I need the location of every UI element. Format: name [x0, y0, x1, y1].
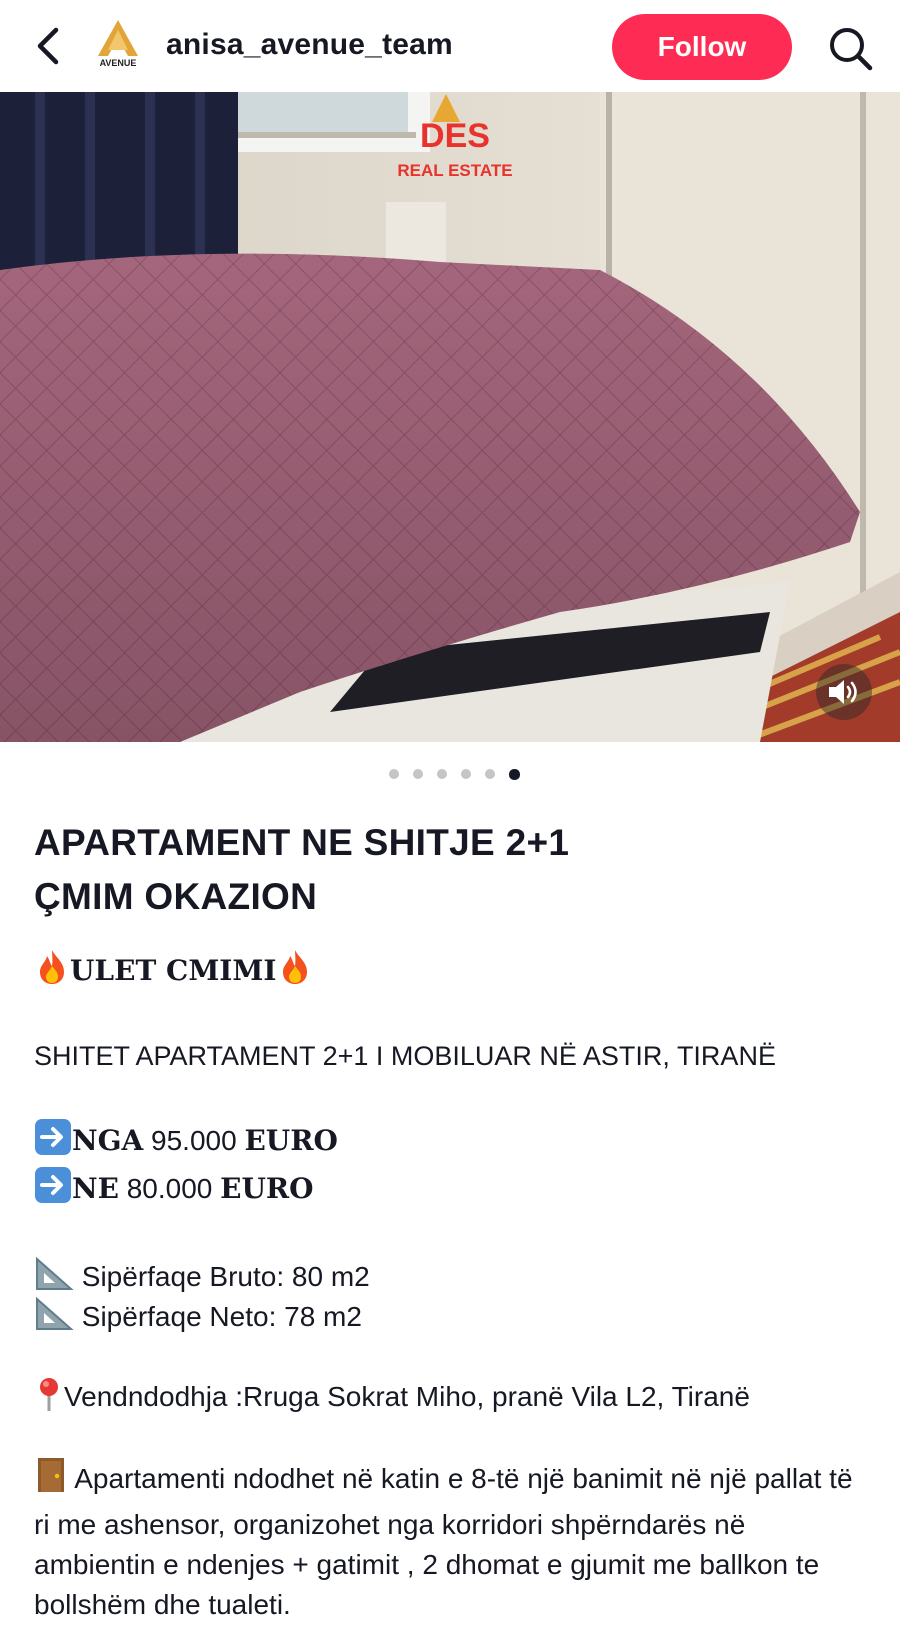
- fire-icon: [277, 948, 313, 997]
- price-drop-line: ULET CMIMI: [34, 948, 313, 997]
- volume-button[interactable]: [816, 664, 872, 720]
- follow-button[interactable]: Follow: [612, 14, 792, 80]
- carousel-dot[interactable]: [436, 769, 447, 779]
- price-from-currency: EURO: [244, 1124, 338, 1157]
- location-line: Vendndodhja :Rruga Sokrat Miho, pranë Vi…: [34, 1376, 750, 1423]
- post-title: APARTAMENT NE SHITJE 2+1 ÇMIM OKAZION: [34, 816, 874, 924]
- carousel-dot-active[interactable]: [508, 768, 520, 780]
- back-button[interactable]: [30, 24, 70, 68]
- top-bar: AVENUE anisa_avenue_team Follow: [0, 0, 900, 92]
- area-gross-text: Sipërfaqe Bruto: 80 m2: [81, 1261, 370, 1292]
- watermark-des: DES: [420, 117, 490, 155]
- title-line-1: APARTAMENT NE SHITJE 2+1: [34, 822, 570, 863]
- price-from-line: NGA 95.000 EURO: [34, 1118, 338, 1168]
- carousel-dot[interactable]: [460, 769, 471, 779]
- arrow-right-icon: [34, 1118, 72, 1168]
- location-text: Vendndodhja :Rruga Sokrat Miho, pranë Vi…: [64, 1381, 750, 1412]
- avatar[interactable]: AVENUE: [94, 16, 142, 72]
- area-net-text: Sipërfaqe Neto: 78 m2: [81, 1301, 362, 1332]
- price-to-line: NE 80.000 EURO: [34, 1166, 314, 1216]
- carousel-dot[interactable]: [484, 769, 495, 779]
- description: Apartamenti ndodhet në katin e 8-të një …: [34, 1456, 874, 1625]
- fire-icon: [34, 948, 70, 997]
- price-to-label: NE: [72, 1172, 119, 1205]
- title-line-2: ÇMIM OKAZION: [34, 876, 318, 917]
- description-text: Apartamenti ndodhet në katin e 8-të një …: [34, 1463, 853, 1620]
- price-from-label: NGA: [72, 1124, 144, 1157]
- username[interactable]: anisa_avenue_team: [166, 28, 453, 62]
- back-chevron-icon: [37, 27, 59, 65]
- triangular-ruler-icon: [34, 1296, 74, 1343]
- price-drop-text: ULET CMIMI: [70, 954, 277, 987]
- price-from-value: 95.000: [151, 1125, 237, 1156]
- volume-icon: [829, 680, 857, 704]
- carousel-dot[interactable]: [412, 769, 423, 779]
- post-headline: SHITET APARTAMENT 2+1 I MOBILUAR NË ASTI…: [34, 1041, 776, 1071]
- carousel-dot[interactable]: [388, 769, 399, 779]
- search-button[interactable]: [826, 24, 874, 72]
- price-to-currency: EURO: [220, 1172, 314, 1205]
- carousel-indicator: [0, 766, 900, 782]
- price-to-value: 80.000: [126, 1173, 213, 1204]
- search-icon: [830, 28, 873, 71]
- watermark-real-estate: REAL ESTATE: [397, 161, 512, 180]
- arrow-right-icon: [34, 1166, 72, 1216]
- door-icon: [34, 1456, 68, 1505]
- pin-icon: [34, 1376, 64, 1423]
- post-photo[interactable]: DES REAL ESTATE: [0, 92, 900, 742]
- area-net-line: Sipërfaqe Neto: 78 m2: [34, 1296, 362, 1343]
- avatar-brand-text: AVENUE: [100, 58, 137, 68]
